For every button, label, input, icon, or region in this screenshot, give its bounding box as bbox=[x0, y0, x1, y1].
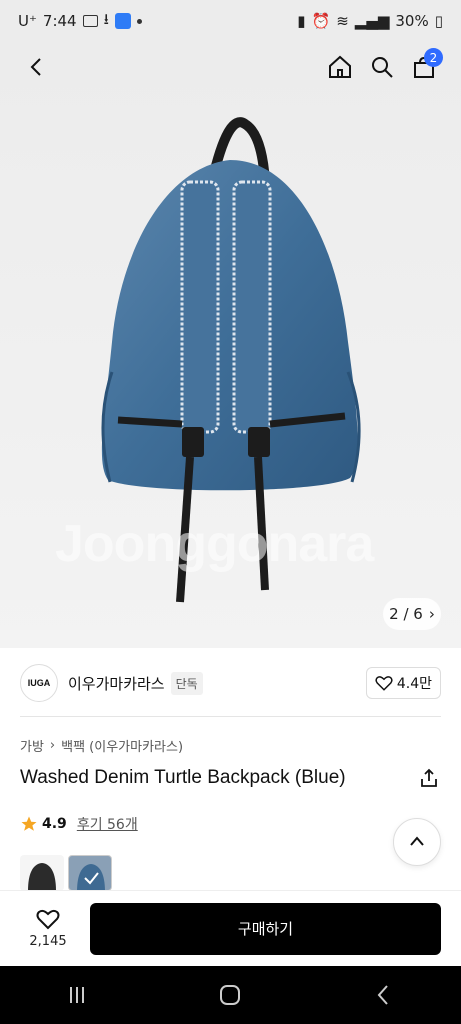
brand-name[interactable]: 이우가마카라스 bbox=[68, 673, 165, 694]
cart-badge: 2 bbox=[424, 48, 443, 67]
back-button[interactable] bbox=[16, 46, 58, 88]
home-button[interactable] bbox=[319, 46, 361, 88]
chevron-up-icon bbox=[410, 836, 424, 846]
black-backpack-thumbnail bbox=[28, 863, 56, 891]
home-nav-icon[interactable] bbox=[218, 983, 242, 1007]
search-icon bbox=[372, 57, 393, 78]
battery-icon: ▯ bbox=[434, 12, 443, 30]
cart-button[interactable]: 2 bbox=[403, 46, 445, 88]
more-notifications-icon bbox=[136, 18, 142, 24]
star-icon bbox=[21, 816, 37, 831]
chevron-left-icon bbox=[30, 58, 41, 76]
chevron-right-icon: › bbox=[49, 738, 56, 753]
wish-button[interactable]: 2,145 bbox=[20, 908, 76, 949]
breadcrumb-category[interactable]: 가방 bbox=[20, 736, 44, 755]
brand-logo[interactable]: IUGA bbox=[20, 664, 58, 702]
image-pager[interactable]: 2 / 6 › bbox=[383, 598, 441, 630]
chevron-right-icon: › bbox=[428, 605, 435, 623]
recent-apps-icon[interactable] bbox=[65, 985, 89, 1005]
battery-label: 30% bbox=[395, 12, 429, 30]
search-button[interactable] bbox=[361, 46, 403, 88]
status-time: 7:44 bbox=[42, 12, 77, 30]
share-button[interactable] bbox=[417, 766, 441, 790]
product-title: Washed Denim Turtle Backpack (Blue) bbox=[20, 767, 346, 788]
signal-icon: ▂▄▆ bbox=[354, 12, 390, 30]
reviews-link[interactable]: 후기 56개 bbox=[77, 814, 138, 834]
app-notification-icon bbox=[114, 13, 131, 29]
color-option-black[interactable] bbox=[20, 855, 64, 891]
system-nav-bar bbox=[0, 966, 461, 1024]
notification-icon bbox=[82, 15, 98, 27]
rating-row: 4.9 후기 56개 bbox=[20, 814, 138, 834]
home-icon bbox=[329, 55, 351, 78]
back-nav-icon[interactable] bbox=[372, 983, 396, 1007]
download-icon: ⭳ bbox=[103, 9, 109, 28]
breadcrumb-subcategory[interactable]: 백팩 (이우가마카라스) bbox=[61, 736, 183, 755]
buy-button[interactable]: 구매하기 bbox=[90, 902, 441, 955]
color-option-blue[interactable] bbox=[68, 855, 112, 891]
brand-row: IUGA 이우가마카라스 단독 4.4만 bbox=[0, 660, 461, 706]
scroll-top-button[interactable] bbox=[393, 818, 441, 866]
product-image[interactable]: Joonggonara bbox=[0, 42, 461, 648]
exclusive-tag: 단독 bbox=[170, 671, 203, 695]
blue-backpack-thumbnail bbox=[77, 864, 105, 890]
wifi-icon: ≋ bbox=[336, 12, 349, 30]
color-options bbox=[20, 855, 112, 891]
brand-like-button[interactable]: 4.4만 bbox=[365, 667, 441, 699]
breadcrumb: 가방 › 백팩 (이우가마카라스) bbox=[20, 736, 183, 755]
purchase-bar: 2,145 구매하기 bbox=[0, 890, 461, 966]
pager-label: 2 / 6 bbox=[389, 605, 423, 623]
heart-icon bbox=[375, 676, 393, 691]
wish-count: 2,145 bbox=[29, 934, 67, 949]
brand-like-count: 4.4만 bbox=[396, 676, 432, 692]
alarm-icon: ⏰ bbox=[311, 12, 331, 30]
share-icon bbox=[421, 768, 437, 787]
title-row: Washed Denim Turtle Backpack (Blue) bbox=[20, 766, 441, 790]
heart-icon bbox=[36, 909, 60, 930]
lock-icon: ▮ bbox=[297, 12, 306, 30]
divider bbox=[20, 716, 441, 717]
carrier-label: U⁺ bbox=[18, 12, 37, 30]
rating-value: 4.9 bbox=[42, 816, 67, 832]
status-bar: U⁺ 7:44 ⭳ ▮ ⏰ ≋ ▂▄▆ 30% ▯ bbox=[0, 0, 461, 42]
watermark: Joonggonara bbox=[55, 515, 374, 573]
top-nav: 2 bbox=[0, 42, 461, 92]
